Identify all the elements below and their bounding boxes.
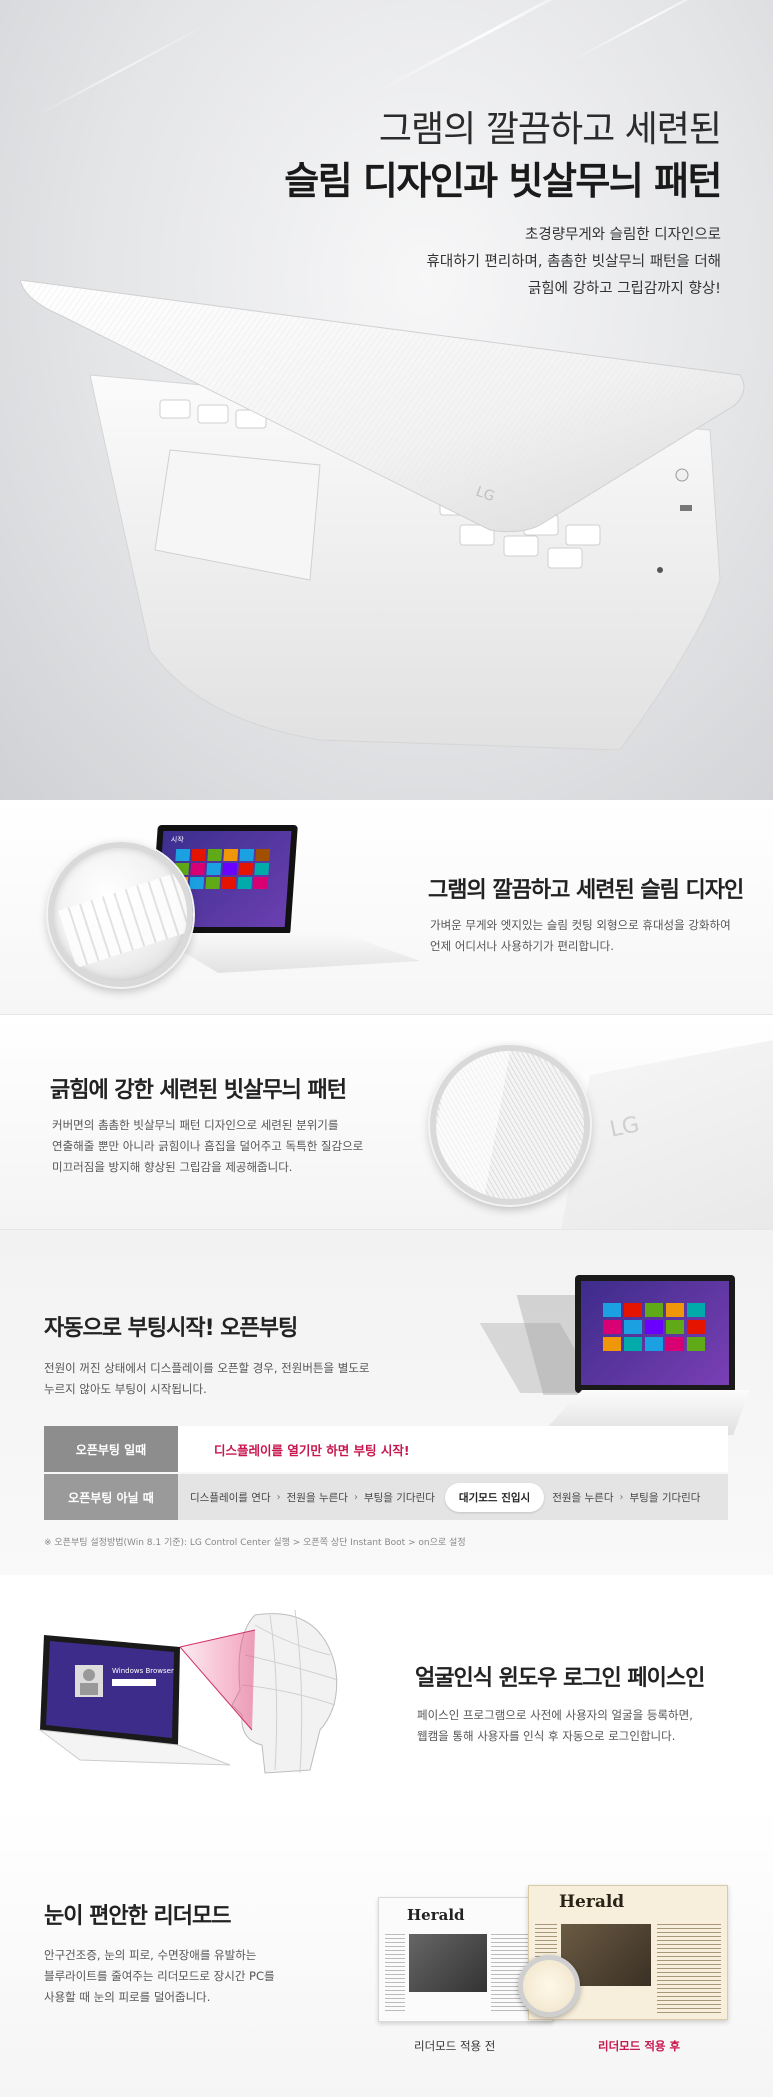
tile-grid [173,849,271,889]
keyboard-zoom-circle [48,842,193,987]
windows-start-screen [581,1281,729,1385]
start-label: 시작 [170,836,184,844]
title-bold: 리더모드 [153,1904,232,1929]
face-in-title: 얼굴인식 윈도우 로그인 페이스인 [415,1660,705,1692]
title-plain: 그램의 깔끔하고 세련된 [428,878,641,903]
open-boot-result: 디스플레이를 열기만 하면 부팅 시작! [214,1442,410,1458]
hero-desc-line: 초경량무게와 슬림한 디자인으로 [525,227,721,243]
hero-desc-line: 휴대하기 편리하며, 촘촘한 빗살무늬 패턴을 더해 [426,254,721,270]
title-bold: 오픈부팅 [220,1316,298,1341]
hero-title-line1: 그램의 깔끔하고 세련된 [378,109,722,150]
slim-design-section: 시작 그램의 깔끔하고 세련된 슬림 디자인 가벼운 무게와 엣지있는 슬림 컷… [0,800,773,1015]
light-streak [31,23,209,119]
step-text: 디스플레이를 연다 [190,1491,271,1504]
row-header: 오픈부팅 일때 [44,1426,178,1472]
boot-row-open: 오픈부팅 일때 디스플레이를 열기만 하면 부팅 시작! [44,1426,728,1472]
keyboard-closeup [58,867,187,969]
hero-section: 그램의 깔끔하고 세련된 슬림 디자인과 빗살무늬 패턴 초경량무게와 슬림한 … [0,0,773,800]
caption-before: 리더모드 적용 전 [414,2039,496,2053]
laptop-screen-bezel [575,1275,735,1393]
caption-after: 리더모드 적용 후 [598,2039,681,2053]
pattern-description: 커버면의 촘촘한 빗살무늬 패턴 디자인으로 세련된 분위기를 연출해줄 뿐만 … [52,1115,363,1178]
row-content: 디스플레이를 연다 › 전원을 누른다 › 부팅을 기다린다 대기모드 진입시 … [178,1474,728,1520]
chevron-right-icon: › [353,1491,358,1503]
reader-mode-title: 눈이 편안한 리더모드 [44,1898,231,1930]
desc-line: 가벼운 무게와 엣지있는 슬림 컷팅 외형으로 휴대성을 강화하여 [430,918,731,932]
title-plain: 긁힘에 강한 세련된 [50,1078,224,1103]
chevron-right-icon: › [276,1491,281,1503]
desc-line: 미끄러짐을 방지해 향상된 그립감을 제공해줍니다. [52,1160,293,1174]
reader-mode-description: 안구건조증, 눈의 피로, 수면장애를 유발하는 블루라이트를 줄여주는 리더모… [44,1945,275,2008]
pattern-section: 긁힘에 강한 세련된 빗살무늬 패턴 커버면의 촘촘한 빗살무늬 패턴 디자인으… [0,1015,773,1230]
desc-line: 전원이 꺼진 상태에서 디스플레이를 오픈할 경우, 전원버튼을 별도로 [44,1361,370,1375]
slim-design-title: 그램의 깔끔하고 세련된 슬림 디자인 [428,872,744,904]
desc-line: 언제 어디서나 사용하기가 편리합니다. [430,939,614,953]
pattern-title: 긁힘에 강한 세련된 빗살무늬 패턴 [50,1072,347,1104]
face-in-description: 페이스인 프로그램으로 사전에 사용자의 얼굴을 등록하면, 웹캠을 통해 사용… [417,1705,693,1747]
chevron-right-icon: › [619,1491,624,1503]
reader-mode-section: 눈이 편안한 리더모드 안구건조증, 눈의 피로, 수면장애를 유발하는 블루라… [0,1805,773,2097]
newspaper-text-column [657,1924,721,2014]
open-boot-note: ※ 오픈부팅 설정방법(Win 8.1 기준): LG Control Cent… [44,1538,466,1548]
newspaper-masthead: Herald [559,1892,625,1912]
title-bold: 페이스인 [627,1666,705,1691]
hero-laptop-image: LG [20,280,745,750]
title-plain: 자동으로 부팅시작! [44,1316,221,1341]
open-boot-section: 자동으로 부팅시작! 오픈부팅 전원이 꺼진 상태에서 디스플레이를 오픈할 경… [0,1230,773,1575]
desc-line: 웹캠을 통해 사용자를 인식 후 자동으로 로그인합니다. [417,1729,676,1743]
desc-line: 안구건조증, 눈의 피로, 수면장애를 유발하는 [44,1948,257,1962]
login-screen-label: Windows Browser [112,1667,174,1675]
face-in-section: Windows Browser 얼굴인식 윈도우 로그인 페이스인 페이스인 프… [0,1575,773,1805]
desc-line: 사용할 때 눈의 피로를 덜어줍니다. [44,1990,211,2004]
row-content: 디스플레이를 열기만 하면 부팅 시작! [178,1426,728,1472]
desc-line: 커버면의 촘촘한 빗살무늬 패턴 디자인으로 세련된 분위기를 [52,1118,339,1132]
standby-badge: 대기모드 진입시 [444,1482,545,1512]
desc-line: 누르지 않아도 부팅이 시작됩니다. [44,1382,207,1396]
open-boot-table: 오픈부팅 일때 디스플레이를 열기만 하면 부팅 시작! 오픈부팅 아닐 때 디… [44,1426,728,1520]
magnifier-lens [518,1955,580,2017]
boot-row-normal: 오픈부팅 아닐 때 디스플레이를 연다 › 전원을 누른다 › 부팅을 기다린다… [44,1474,728,1520]
newspaper-photo [409,1934,487,1992]
open-boot-title: 자동으로 부팅시작! 오픈부팅 [44,1310,298,1342]
newspaper-masthead: Herald [407,1906,465,1924]
hero-title-line2: 슬림 디자인과 빗살무늬 패턴 [284,159,722,203]
title-plain: 눈이 편안한 [44,1904,154,1929]
row-header: 오픈부팅 아닐 때 [44,1474,178,1520]
open-boot-description: 전원이 꺼진 상태에서 디스플레이를 오픈할 경우, 전원버튼을 별도로 누르지… [44,1358,369,1400]
newspaper-text-column [385,1934,405,2014]
tile-grid [603,1303,705,1351]
title-bold: 빗살무늬 패턴 [223,1078,347,1103]
open-boot-laptop-image [479,1275,750,1450]
slim-design-description: 가벼운 무게와 엣지있는 슬림 컷팅 외형으로 휴대성을 강화하여 언제 어디서… [430,915,731,957]
step-text: 전원을 누른다 [286,1491,348,1504]
step-text: 전원을 누른다 [552,1491,614,1504]
face-recognition-image: Windows Browser [38,1609,339,1774]
desc-line: 블루라이트를 줄여주는 리더모드로 장시간 PC를 [44,1969,275,1983]
light-streak [570,0,730,63]
desc-line: 페이스인 프로그램으로 사전에 사용자의 얼굴을 등록하면, [417,1708,693,1722]
title-bold: 슬림 디자인 [640,878,744,903]
step-text: 부팅을 기다린다 [629,1491,701,1504]
light-streak [374,0,606,94]
desc-line: 연출해줄 뿐만 아니라 긁힘이나 흠집을 덜어주고 독특한 질감으로 [52,1139,364,1153]
step-text: 부팅을 기다린다 [363,1491,435,1504]
lg-logo: LG [607,1112,642,1143]
title-plain: 얼굴인식 윈도우 로그인 [415,1666,628,1691]
pattern-zoom-circle [430,1045,590,1205]
